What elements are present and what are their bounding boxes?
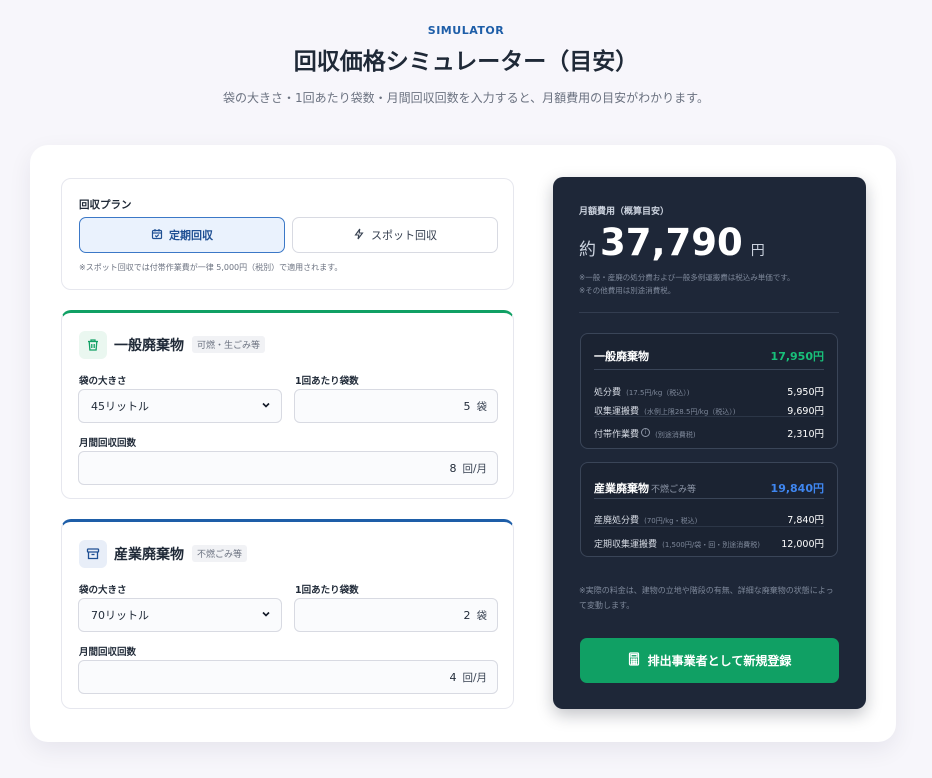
general-bags-value: 5	[463, 399, 471, 413]
divider	[594, 416, 824, 417]
plan-regular-label: 定期回収	[169, 229, 213, 242]
industrial-monthly-unit: 回/月	[462, 671, 487, 684]
eyebrow: SIMULATOR	[427, 24, 505, 37]
row-value: 5,950円	[787, 387, 824, 398]
industrial-bags-value: 2	[463, 608, 471, 622]
calendar-icon	[151, 228, 163, 243]
summary-note: ※一般・産廃の処分費および一般多例運搬費は税込み単価です。 ※その他費用は別途消…	[579, 271, 795, 297]
general-bags-unit: 袋	[476, 400, 488, 413]
page-subtitle: 袋の大きさ・1回あたり袋数・月間回収回数を入力すると、月額費用の目安がわかります…	[223, 91, 709, 105]
industrial-breakdown-total: 19,840円	[770, 482, 824, 495]
info-icon[interactable]: i	[641, 428, 651, 437]
page-title: 回収価格シミュレーター（目安）	[293, 49, 639, 75]
industrial-bags-label: 1回あたり袋数	[295, 585, 359, 596]
general-monthly-value: 8	[449, 461, 457, 475]
general-breakdown-name: 一般廃棄物	[594, 350, 649, 363]
summary-amount: 37,790	[600, 221, 743, 264]
breakdown-row: 産廃処分費 (70円/kg・税込) 7,840円	[594, 508, 824, 527]
summary-prefix: 約	[579, 240, 596, 260]
general-bags-input[interactable]: 5 袋	[294, 389, 498, 423]
general-waste-panel: 一般廃棄物 可燃・生ごみ等 袋の大きさ 45リットル 1回あたり袋数 5 袋 月…	[61, 310, 514, 499]
calculator-icon	[628, 652, 640, 669]
archive-box-icon	[79, 540, 107, 568]
industrial-monthly-input[interactable]: 4 回/月	[78, 660, 498, 694]
row-label: 定期収集運搬費	[594, 540, 658, 550]
chevron-down-icon	[261, 609, 271, 622]
breakdown-row: 処分費 (17.5円/kg（税込）) 5,950円	[594, 380, 824, 399]
row-value: 2,310円	[787, 429, 824, 440]
industrial-waste-title: 産業廃棄物	[114, 547, 184, 563]
industrial-waste-tag: 不燃ごみ等	[192, 545, 248, 562]
general-bag-size-select[interactable]: 45リットル	[78, 389, 282, 423]
general-bag-size-value: 45リットル	[91, 400, 149, 413]
industrial-bags-unit: 袋	[476, 609, 488, 622]
divider	[594, 369, 824, 370]
chevron-down-icon	[261, 400, 271, 413]
general-waste-tag: 可燃・生ごみ等	[192, 336, 266, 353]
row-label: 処分費	[594, 388, 622, 398]
divider	[594, 498, 824, 499]
summary-note-1: ※一般・産廃の処分費および一般多例運搬費は税込み単価です。	[579, 273, 795, 282]
general-breakdown-total: 17,950円	[770, 350, 824, 363]
trash-icon	[79, 331, 107, 359]
plan-spot-button[interactable]: スポット回収	[292, 217, 498, 253]
breakdown-row: 付帯作業費 i (別途消費税) 2,310円	[594, 422, 824, 441]
summary-label: 月額費用（概算目安）	[579, 207, 670, 217]
summary-footnote: ※実際の料金は、建物の立地や階段の有無、詳細な廃棄物の状態によって変動します。	[579, 586, 834, 610]
industrial-breakdown-sub: 不燃ごみ等	[651, 485, 697, 495]
register-button[interactable]: 排出事業者として新規登録	[580, 638, 839, 683]
divider	[594, 526, 824, 527]
industrial-monthly-value: 4	[449, 670, 457, 684]
summary-note-2: ※その他費用は別途消費税。	[579, 286, 676, 295]
industrial-breakdown-header: 産業廃棄物 不燃ごみ等 19,840円	[594, 477, 824, 496]
industrial-breakdown-name: 産業廃棄物	[594, 482, 649, 495]
industrial-bag-size-label: 袋の大きさ	[79, 585, 127, 596]
register-button-label: 排出事業者として新規登録	[647, 654, 792, 668]
general-breakdown: 一般廃棄物 17,950円 処分費 (17.5円/kg（税込）) 5,950円 …	[580, 333, 838, 449]
row-hint: (1,500円/袋・回・別途消費税)	[662, 541, 760, 549]
row-hint: (別途消費税)	[655, 431, 696, 439]
general-monthly-label: 月間回収回数	[79, 438, 137, 449]
general-waste-title: 一般廃棄物	[114, 338, 184, 354]
breakdown-row: 定期収集運搬費 (1,500円/袋・回・別途消費税) 12,000円	[594, 532, 824, 551]
row-value: 7,840円	[787, 515, 824, 526]
summary-divider	[579, 312, 839, 313]
industrial-bag-size-select[interactable]: 70リットル	[78, 598, 282, 632]
plan-panel: 回収プラン 定期回収 スポット回収 ※スポット回収では付帯作業費が一律 5,00…	[61, 178, 514, 290]
general-bags-label: 1回あたり袋数	[295, 376, 359, 387]
general-breakdown-header: 一般廃棄物 17,950円	[594, 348, 824, 364]
row-hint: (70円/kg・税込)	[644, 517, 698, 525]
summary-yen: 円	[750, 243, 765, 259]
plan-note: ※スポット回収では付帯作業費が一律 5,000円（税別）で適用されます。	[79, 263, 343, 272]
estimate-summary-panel: 月額費用（概算目安） 約 37,790 円 ※一般・産廃の処分費および一般多例運…	[553, 177, 866, 709]
row-hint: (17.5円/kg（税込）)	[626, 389, 690, 397]
industrial-waste-panel: 産業廃棄物 不燃ごみ等 袋の大きさ 70リットル 1回あたり袋数 2 袋 月間回…	[61, 519, 514, 709]
summary-total: 約 37,790 円	[579, 221, 765, 264]
plan-regular-button[interactable]: 定期回収	[79, 217, 285, 253]
row-label: 産廃処分費	[594, 516, 640, 526]
industrial-bags-input[interactable]: 2 袋	[294, 598, 498, 632]
general-bag-size-label: 袋の大きさ	[79, 376, 127, 387]
row-hint: (水例上限28.5円/kg（税込）)	[644, 408, 736, 416]
plan-spot-label: スポット回収	[371, 229, 437, 242]
row-value: 9,690円	[787, 406, 824, 417]
industrial-monthly-label: 月間回収回数	[79, 647, 137, 658]
general-monthly-unit: 回/月	[462, 462, 487, 475]
plan-label: 回収プラン	[79, 199, 132, 211]
row-label: 付帯作業費	[594, 430, 640, 440]
industrial-breakdown: 産業廃棄物 不燃ごみ等 19,840円 産廃処分費 (70円/kg・税込) 7,8…	[580, 462, 838, 557]
row-value: 12,000円	[781, 539, 824, 550]
industrial-bag-size-value: 70リットル	[91, 609, 149, 622]
lightning-icon	[353, 228, 365, 243]
general-monthly-input[interactable]: 8 回/月	[78, 451, 498, 485]
